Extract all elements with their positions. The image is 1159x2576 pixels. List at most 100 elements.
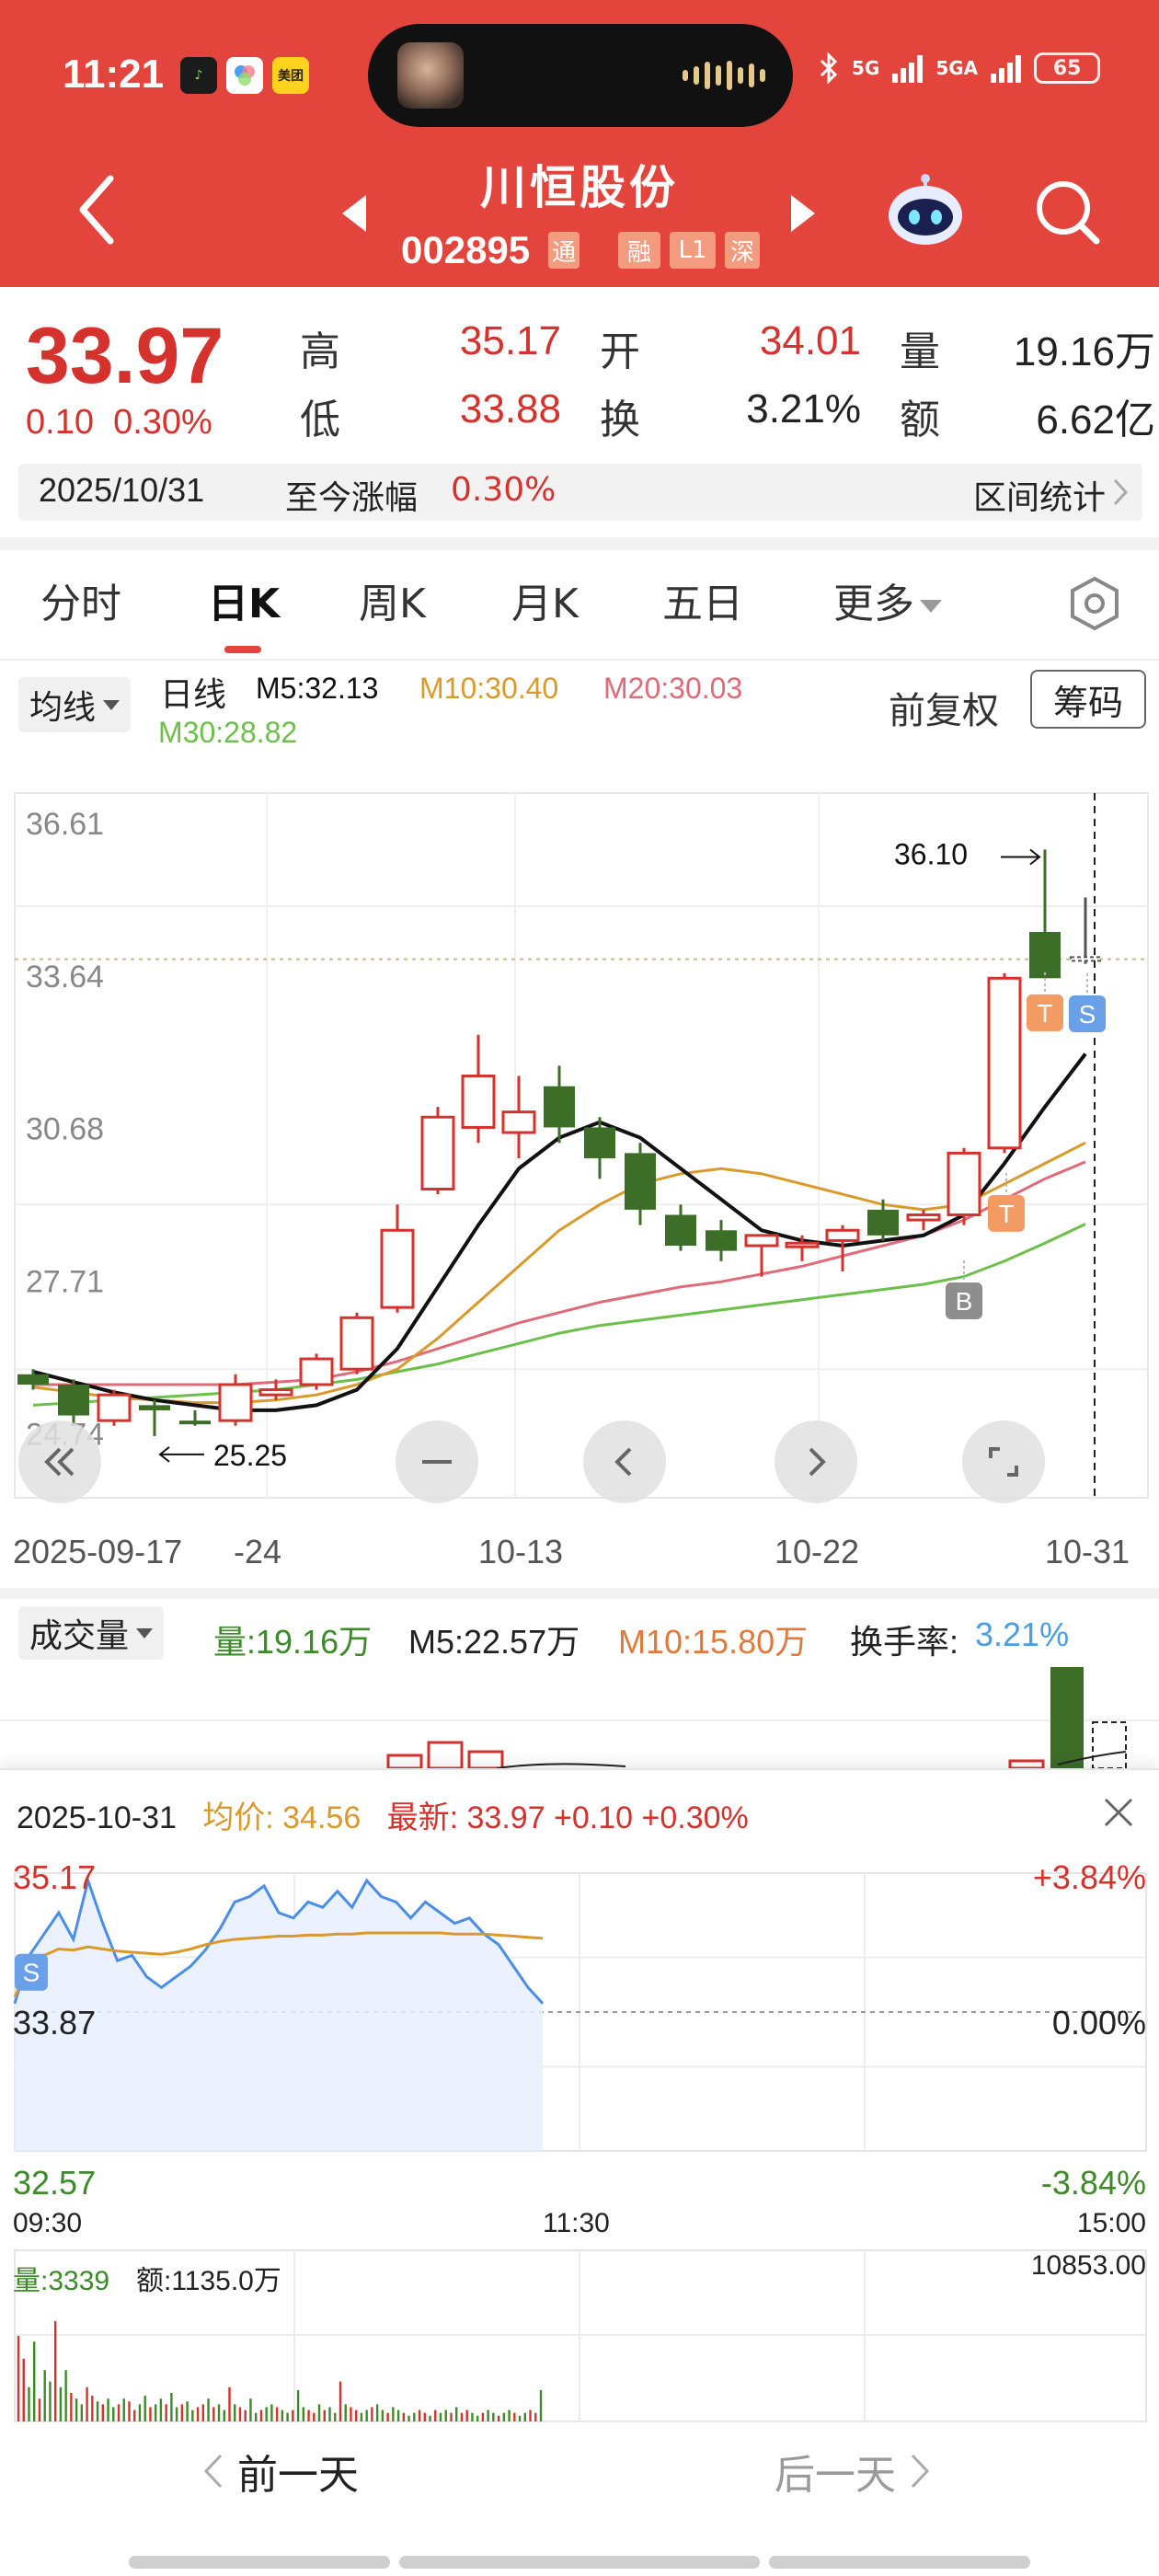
media-cover-thumbnail xyxy=(397,42,464,109)
ma20-line xyxy=(33,1160,1086,1386)
prev-day-button[interactable]: 前一天 xyxy=(202,2442,359,2501)
trade-marker-label: T xyxy=(1037,999,1052,1028)
meituan-app-icon: 美团 xyxy=(272,57,309,94)
candle-body-up xyxy=(258,1388,293,1397)
double-chevron-left-icon xyxy=(44,1447,75,1477)
caret-down-icon xyxy=(920,600,942,613)
status-time: 11:21 xyxy=(63,52,165,97)
candle-body-down xyxy=(139,1405,170,1410)
vol-turnover-value: 3.21% xyxy=(975,1616,1070,1653)
section-divider xyxy=(0,537,1159,550)
candle-body-up xyxy=(987,976,1022,1150)
candle-body-up xyxy=(420,1115,455,1191)
popup-avg-value: 34.56 xyxy=(282,1800,361,1835)
volume-selector-label: 成交量 xyxy=(29,1617,130,1655)
candle-body-up xyxy=(825,1228,860,1242)
kline-chart[interactable]: 36.6133.6430.6827.7124.7436.1025.25BTST xyxy=(0,754,1159,1518)
popup-avg-label: 均价: xyxy=(202,1800,274,1835)
high-label: 高 xyxy=(300,328,340,375)
tab-intraday[interactable]: 分时 xyxy=(40,570,121,629)
active-tab-indicator xyxy=(224,646,261,653)
next-stock-icon[interactable] xyxy=(791,195,815,232)
popup-latest-value: 33.97 +0.10 +0.30% xyxy=(466,1800,749,1835)
zoom-out-button[interactable] xyxy=(396,1420,478,1503)
scroll-left-button[interactable] xyxy=(583,1420,666,1503)
network-label-5ga: 5GA xyxy=(935,57,979,79)
ma-selector[interactable]: 均线 xyxy=(18,677,132,732)
stock-name: 川恒股份 xyxy=(480,161,679,214)
volume-indicator-selector[interactable]: 成交量 xyxy=(18,1606,165,1660)
chevron-left-icon xyxy=(614,1447,632,1477)
max-price-label: 36.10 xyxy=(894,838,968,871)
chevron-left-icon xyxy=(203,2454,223,2489)
candle-body-down xyxy=(58,1384,89,1416)
candle-body-up xyxy=(461,1075,496,1129)
intraday-sell-marker-label: S xyxy=(23,1959,40,1987)
tag-shenzhen: 深 xyxy=(725,232,760,269)
close-icon[interactable] xyxy=(1100,1794,1137,1831)
fullscreen-icon xyxy=(989,1447,1018,1477)
tab-five-day[interactable]: 五日 xyxy=(662,570,743,629)
bluetooth-icon xyxy=(820,52,838,85)
price-change: 0.10 0.30% xyxy=(26,403,212,443)
ai-assistant-robot-icon[interactable] xyxy=(885,173,966,247)
vol-bar xyxy=(1008,1759,1045,1768)
scroll-right-button[interactable] xyxy=(775,1420,857,1503)
battery-icon: 65 xyxy=(1034,52,1101,84)
next-day-button[interactable]: 后一天 xyxy=(775,2442,931,2501)
next-day-label: 后一天 xyxy=(775,2452,896,2499)
candle-body-up xyxy=(744,1234,779,1248)
ma30-label: M30:28.82 xyxy=(158,716,298,749)
candle-body-down xyxy=(867,1209,899,1236)
range-stat-bar[interactable]: 2025/10/31 至今涨幅 0.30% 区间统计 xyxy=(18,464,1142,521)
tab-more[interactable]: 更多 xyxy=(833,570,942,629)
ma30-line xyxy=(32,1223,1086,1407)
vol-turnover-label: 换手率: xyxy=(850,1623,959,1661)
intraday-mid-pct: 0.00% xyxy=(1051,2004,1146,2041)
range-stat-button[interactable]: 区间统计 xyxy=(973,471,1106,519)
tab-weekly-k[interactable]: 周K xyxy=(359,570,426,629)
tab-monthly-k[interactable]: 月K xyxy=(511,570,579,629)
candle-body-up xyxy=(339,1316,374,1371)
high-value: 35.17 xyxy=(459,318,561,363)
intraday-amount: 额:1135.0万 xyxy=(136,2266,281,2296)
vol-current: 量:19.16万 xyxy=(213,1623,373,1661)
tab-daily-k[interactable]: 日K xyxy=(208,570,280,629)
home-indicator-segment xyxy=(129,2556,390,2569)
change-amount: 0.10 xyxy=(26,403,94,442)
chevron-right-icon xyxy=(809,1447,826,1477)
home-indicator-segment xyxy=(399,2556,760,2569)
price-tick-label: 36.61 xyxy=(26,807,104,842)
candle-body-down xyxy=(706,1230,737,1251)
candle-body-up xyxy=(380,1228,415,1309)
low-label: 低 xyxy=(300,397,340,443)
adjust-mode[interactable]: 前复权 xyxy=(889,681,999,734)
volume-label: 量 xyxy=(900,328,940,375)
intraday-svg[interactable]: S xyxy=(0,1855,1159,2168)
scroll-left-fast-button[interactable] xyxy=(18,1420,101,1503)
candle-body-up xyxy=(299,1357,334,1386)
photos-app-icon xyxy=(226,57,263,94)
range-date: 2025/10/31 xyxy=(39,471,205,509)
caret-down-icon xyxy=(136,1627,154,1639)
app-header: 11:21 ♪ 美团 5G 5GA 65 川恒股份 002895 通 融 L1 … xyxy=(0,0,1159,287)
candle-body-current xyxy=(1070,956,1101,962)
volume-bars-svg xyxy=(0,1667,1159,1768)
current-price: 33.97 xyxy=(26,312,224,400)
search-icon[interactable] xyxy=(1032,177,1102,247)
candle-body-up xyxy=(97,1393,132,1422)
audio-wave-icon xyxy=(683,61,765,90)
candle-body-down xyxy=(665,1214,696,1247)
time-tick-noon: 11:30 xyxy=(543,2208,610,2238)
amount-label: 额 xyxy=(900,397,940,443)
vol-m5: M5:22.57万 xyxy=(408,1623,580,1661)
settings-hexagon-icon[interactable] xyxy=(1065,574,1124,633)
dynamic-island[interactable] xyxy=(368,24,793,127)
price-tick-label: 30.68 xyxy=(26,1112,104,1147)
caret-down-icon xyxy=(103,699,120,710)
intraday-mid-tick: 33.87 xyxy=(13,2004,97,2041)
tag-margin: 融 xyxy=(618,232,660,269)
fullscreen-button[interactable] xyxy=(962,1420,1045,1503)
range-label: 至今涨幅 xyxy=(285,479,419,517)
chips-button[interactable]: 筹码 xyxy=(1030,670,1146,729)
